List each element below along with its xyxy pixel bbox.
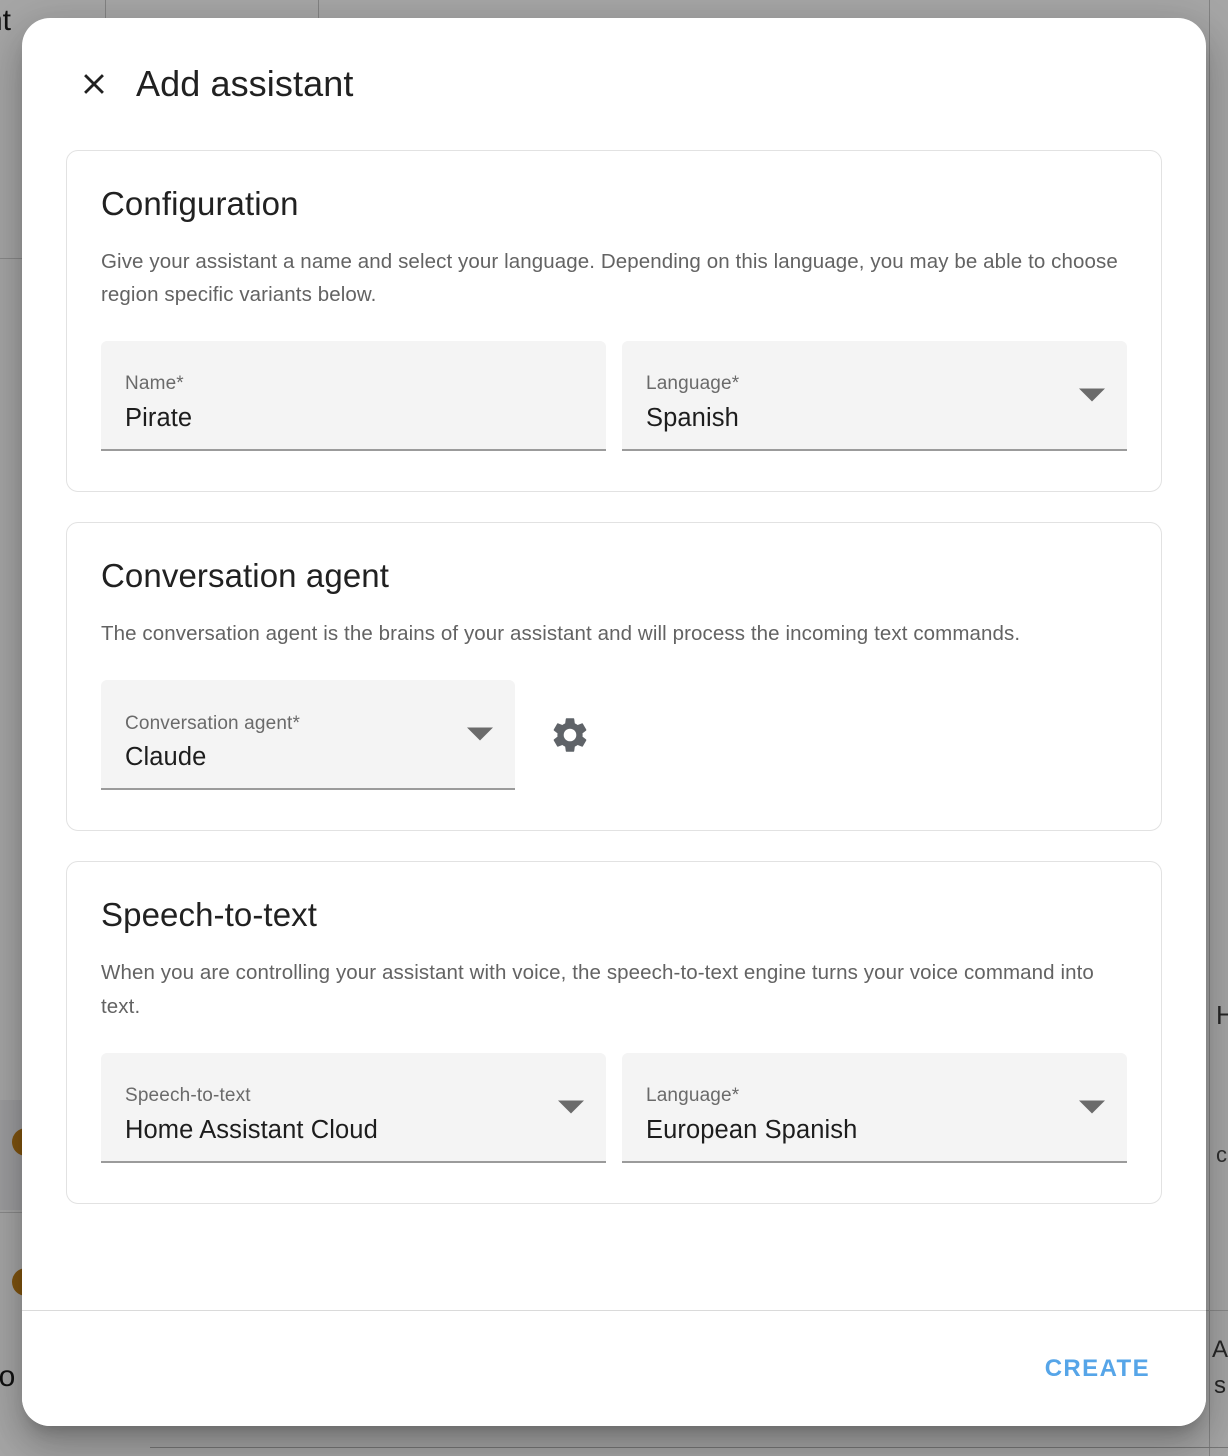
name-field-label: Name* — [125, 374, 588, 395]
conversation-agent-settings-button[interactable] — [535, 700, 605, 770]
language-select[interactable]: Language* Spanish — [622, 341, 1127, 451]
gear-icon — [549, 714, 591, 756]
conversation-agent-select[interactable]: Conversation agent* Claude — [101, 680, 515, 790]
speech-to-text-engine-value: Home Assistant Cloud — [125, 1116, 588, 1144]
speech-to-text-engine-label: Speech-to-text — [125, 1086, 588, 1107]
speech-to-text-engine-select[interactable]: Speech-to-text Home Assistant Cloud — [101, 1053, 606, 1163]
speech-to-text-language-label: Language* — [646, 1086, 1109, 1107]
section-description: Give your assistant a name and select yo… — [101, 245, 1121, 311]
chevron-down-icon — [1079, 389, 1105, 402]
section-title: Configuration — [101, 185, 1127, 223]
conversation-agent-label: Conversation agent* — [125, 714, 497, 735]
create-button[interactable]: CREATE — [1035, 1345, 1160, 1393]
speech-to-text-language-value: European Spanish — [646, 1116, 1109, 1144]
dialog-content[interactable]: Configuration Give your assistant a name… — [22, 150, 1206, 1310]
name-field[interactable]: Name* Pirate — [101, 341, 606, 451]
chevron-down-icon — [467, 728, 493, 741]
add-assistant-dialog: Add assistant Configuration Give your as… — [22, 18, 1206, 1426]
dialog-footer: CREATE — [22, 1310, 1206, 1426]
section-title: Conversation agent — [101, 557, 1127, 595]
name-field-value: Pirate — [125, 404, 588, 432]
dialog-header: Add assistant — [22, 18, 1206, 150]
configuration-fields: Name* Pirate Language* Spanish — [101, 341, 1127, 451]
dialog-title: Add assistant — [136, 66, 353, 102]
section-description: When you are controlling your assistant … — [101, 956, 1121, 1022]
chevron-down-icon — [1079, 1100, 1105, 1113]
section-title: Speech-to-text — [101, 896, 1127, 934]
speech-to-text-fields: Speech-to-text Home Assistant Cloud Lang… — [101, 1053, 1127, 1163]
section-speech-to-text: Speech-to-text When you are controlling … — [66, 861, 1162, 1203]
chevron-down-icon — [558, 1100, 584, 1113]
speech-to-text-language-select[interactable]: Language* European Spanish — [622, 1053, 1127, 1163]
close-dialog-button[interactable] — [66, 56, 122, 112]
section-conversation-agent: Conversation agent The conversation agen… — [66, 522, 1162, 831]
conversation-agent-fields: Conversation agent* Claude — [101, 680, 1127, 790]
conversation-agent-value: Claude — [125, 743, 497, 771]
section-description: The conversation agent is the brains of … — [101, 617, 1121, 650]
close-icon — [77, 67, 111, 101]
language-select-label: Language* — [646, 374, 1109, 395]
section-configuration: Configuration Give your assistant a name… — [66, 150, 1162, 492]
language-select-value: Spanish — [646, 404, 1109, 432]
